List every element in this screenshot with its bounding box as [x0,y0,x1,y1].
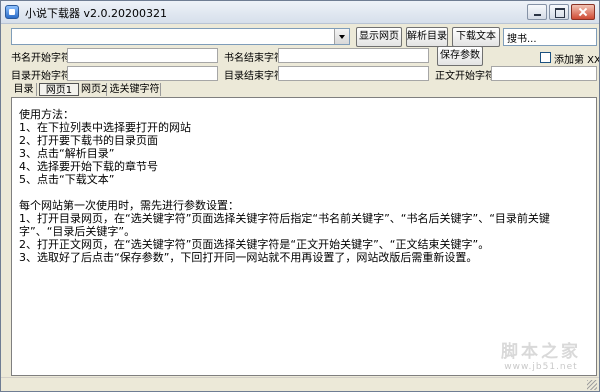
title-bar: 小说下载器 v2.0.20200321 [1,1,599,24]
minimize-icon [528,5,546,19]
catalog-start-field[interactable] [67,66,218,81]
maximize-button[interactable] [549,4,569,20]
tab-webpage-2[interactable]: 网页2 [81,83,107,96]
instructions-text: 使用方法： 1、在下拉列表中选择要打开的网站 2、打开要下载书的目录页面 3、点… [19,108,589,264]
catalog-end-field[interactable] [278,66,429,81]
instruction-line: 2、打开正文网页，在“选关键字符”页面选择关键字符是“正文开始关键字”、“正文结… [19,238,490,251]
instruction-line: 3、点击“解析目录” [19,147,115,160]
tab-catalog[interactable]: 目录 [11,83,37,96]
show-page-button[interactable]: 显示网页 [356,27,402,47]
watermark-text: 脚本之家 [501,342,581,362]
app-window: 小说下载器 v2.0.20200321 显示网页 解析目录 下载文本 搜书...… [0,0,600,392]
watermark: 脚本之家 www.jb51.net [495,337,587,372]
text-start-label: 正文开始字符: [435,71,499,82]
search-placeholder: 搜书... [507,34,537,45]
instruction-line: 使用方法： [19,108,74,121]
instruction-line: 2、打开要下载书的目录页面 [19,134,158,147]
close-button[interactable] [571,4,595,20]
download-text-button[interactable]: 下载文本 [452,27,500,47]
add-chapter-checkbox[interactable] [540,52,551,63]
search-input[interactable]: 搜书... [503,28,597,46]
catalog-start-label: 目录开始字符: [11,71,75,82]
app-icon [5,5,19,19]
instruction-line: 1、在下拉列表中选择要打开的网站 [19,121,191,134]
resize-grip-icon[interactable] [587,380,597,390]
minimize-button[interactable] [527,4,547,20]
close-icon [572,5,594,19]
instruction-line: 5、点击“下载文本” [19,173,115,186]
book-end-field[interactable] [278,48,429,63]
maximize-icon [550,5,568,19]
book-start-field[interactable] [67,48,218,63]
instruction-line: 每个网站第一次使用时，需先进行参数设置： [19,199,239,212]
parse-catalog-button[interactable]: 解析目录 [406,27,448,47]
status-bar [1,377,599,391]
tab-webpage-1[interactable]: 网页1 [39,83,79,96]
watermark-url: www.jb51.net [504,362,578,372]
text-start-field[interactable] [491,66,597,81]
chevron-down-icon[interactable] [334,29,349,44]
book-start-label: 书名开始字符: [11,53,75,64]
content-panel[interactable]: 使用方法： 1、在下拉列表中选择要打开的网站 2、打开要下载书的目录页面 3、点… [11,97,597,376]
instruction-line: 1、打开目录网页，在“选关键字符”页面选择关键字符后指定“书名前关键字”、“书名… [19,212,550,238]
add-chapter-label: 添加第 XX 章 [554,55,600,66]
window-title: 小说下载器 v2.0.20200321 [25,7,167,20]
url-combobox[interactable] [11,28,350,45]
save-params-button[interactable]: 保存参数 [437,46,483,66]
instruction-line: 4、选择要开始下载的章节号 [19,160,158,173]
instruction-line: 3、选取好了后点击“保存参数”，下回打开同一网站就不用再设置了，网站改版后需重新… [19,251,478,264]
tab-select-keywords[interactable]: 选关键字符 [109,83,161,96]
